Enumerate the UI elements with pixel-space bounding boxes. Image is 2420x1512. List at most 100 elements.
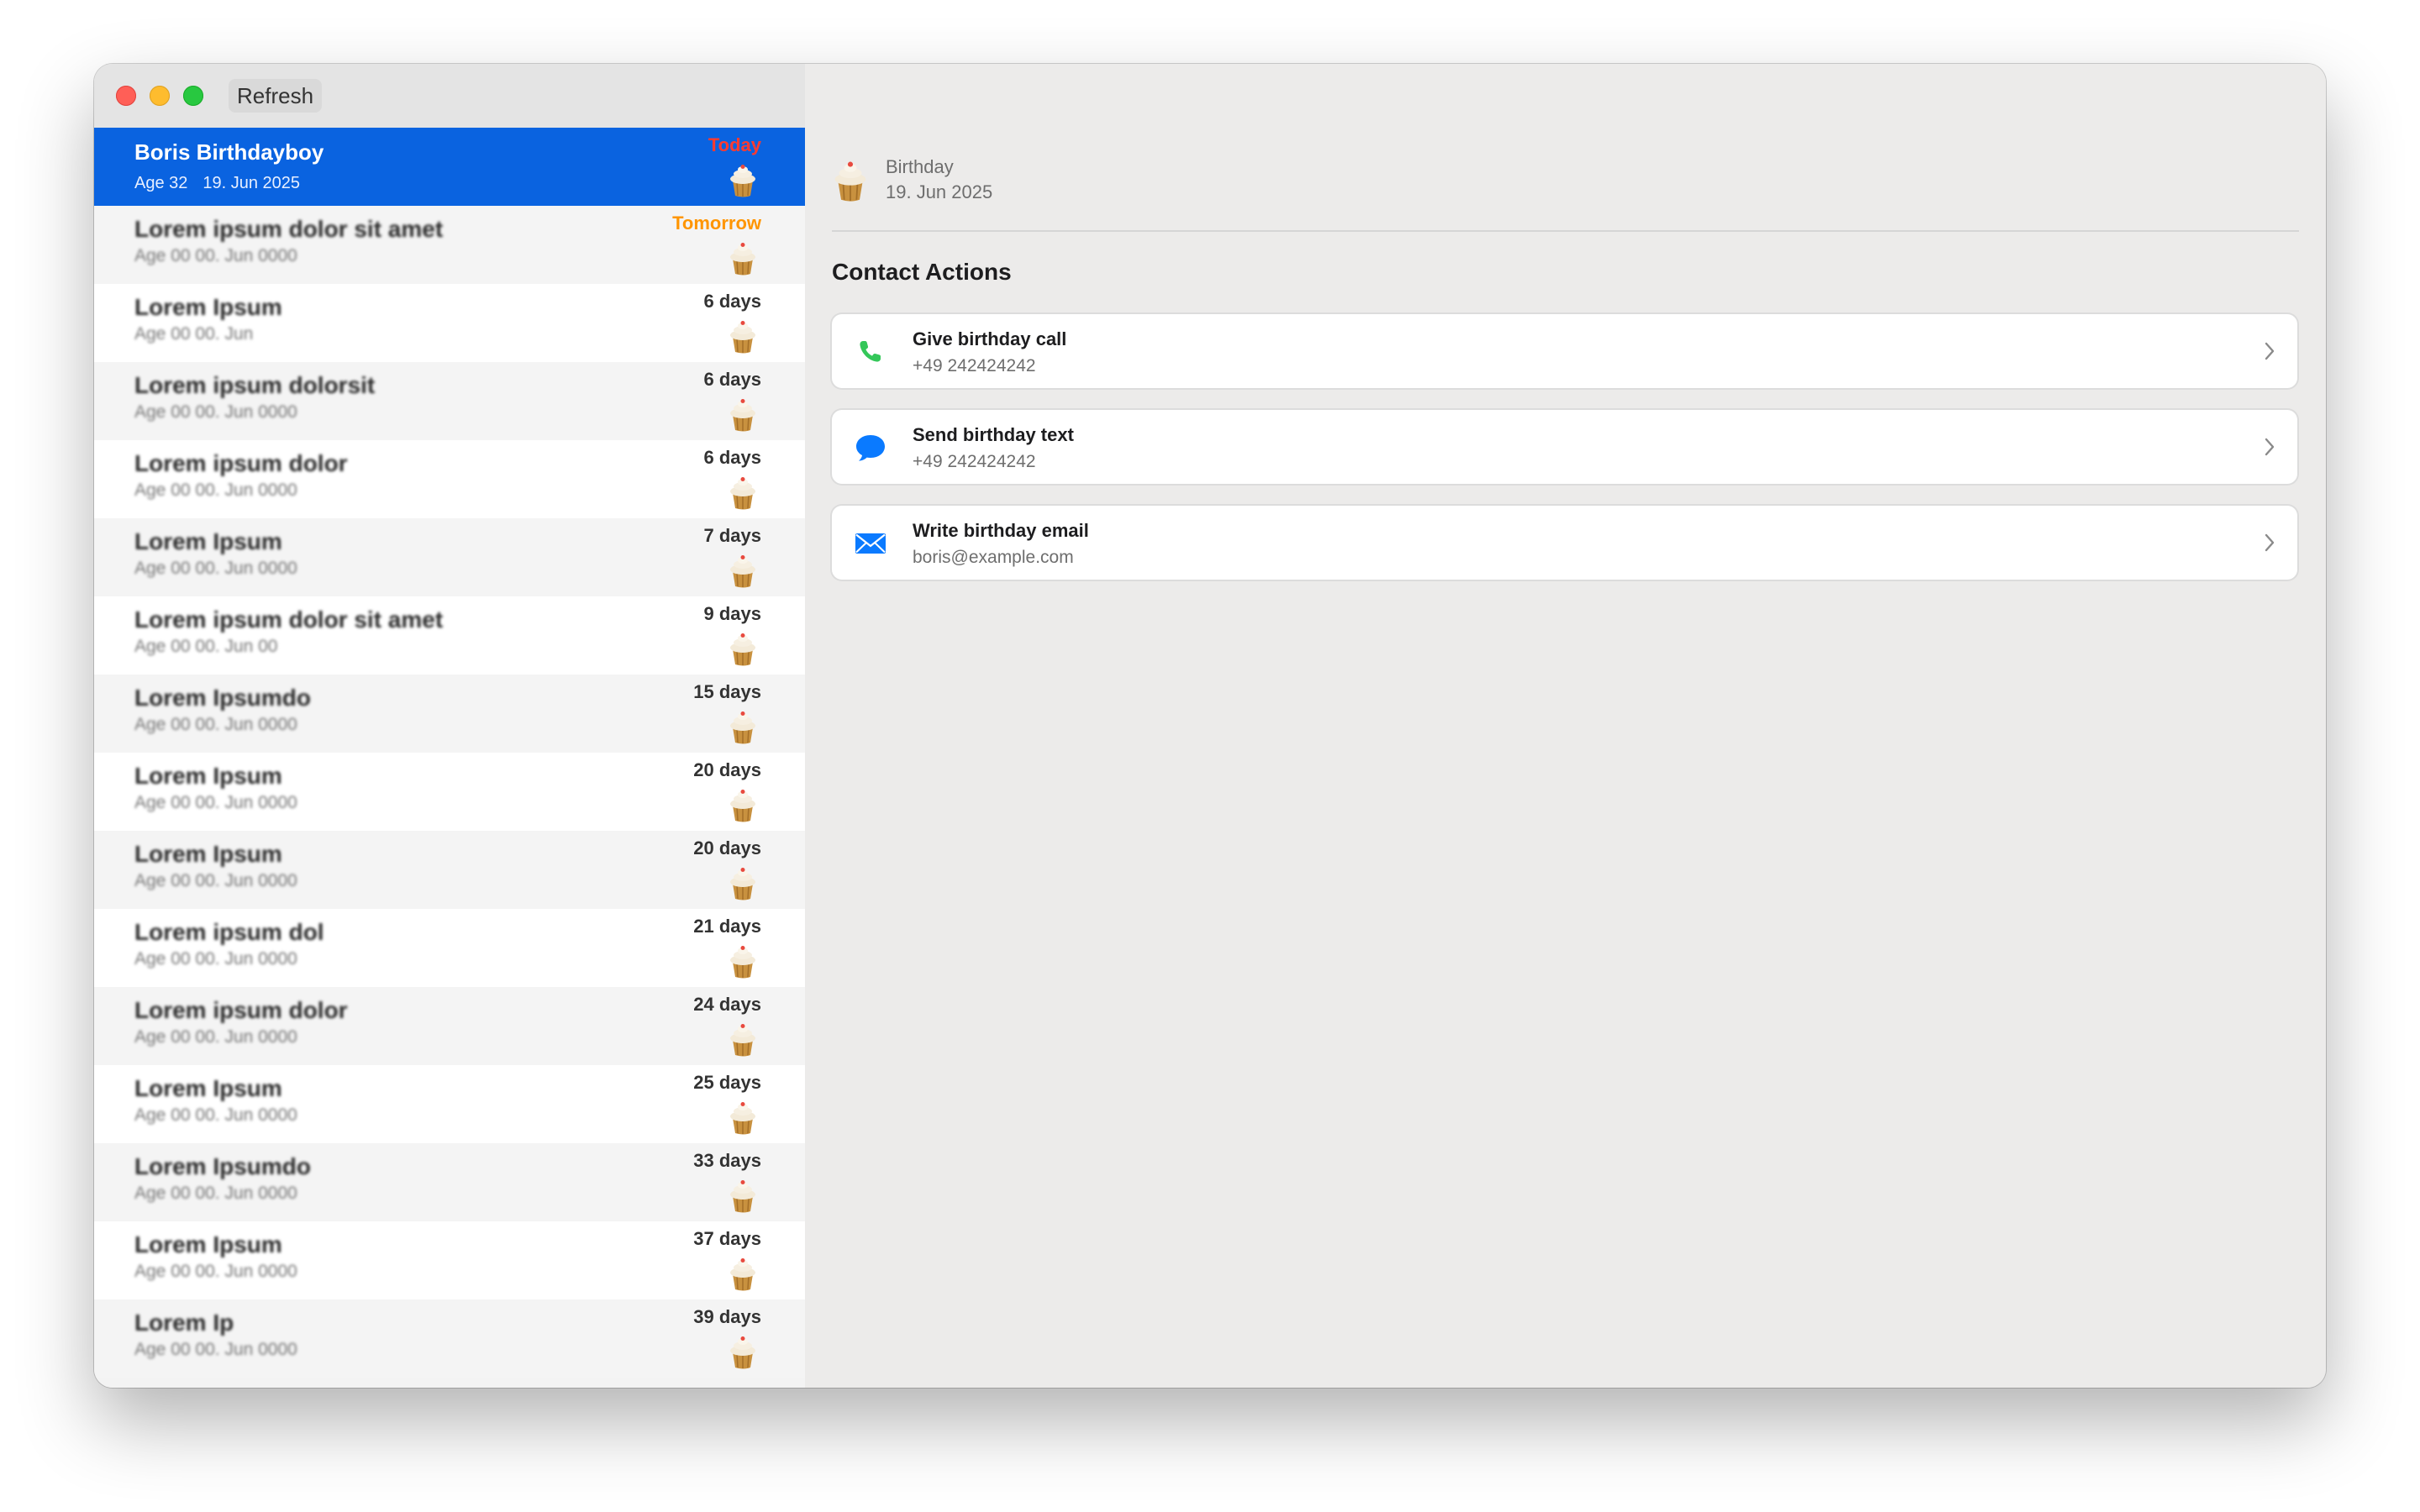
contact-subtitle-redacted: Age 00 00. Jun 0000 — [134, 246, 297, 265]
contact-name-redacted: Lorem Ipsum — [134, 841, 282, 867]
birthday-row[interactable]: Lorem ipsum dol Age 00 00. Jun 0000 21 d… — [94, 909, 805, 987]
birthday-row[interactable]: Lorem Ipsum Age 00 00. Jun 6 days — [94, 284, 805, 362]
birthday-row[interactable]: Lorem ipsum dolor sit amet Age 00 00. Ju… — [94, 206, 805, 284]
birthday-row[interactable]: Lorem ipsum dolor Age 00 00. Jun 0000 24… — [94, 987, 805, 1065]
contact-subtitle-redacted: Age 00 00. Jun 0000 — [134, 480, 297, 500]
phone-icon — [860, 341, 881, 362]
contact-subtitle-redacted: Age 00 00. Jun 0000 — [134, 1184, 297, 1203]
days-until-label: 21 days — [693, 916, 761, 937]
days-until-label: Today — [708, 134, 761, 155]
contact-subtitle: Age 32 19. Jun 2025 — [134, 174, 300, 193]
days-until-label: 20 days — [693, 759, 761, 780]
contact-subtitle-redacted: Age 00 00. Jun 0000 — [134, 1105, 297, 1125]
cupcake-icon — [730, 477, 755, 510]
contact-subtitle-redacted: Age 00 00. Jun 0000 — [134, 949, 297, 969]
cupcake-icon — [730, 946, 755, 979]
message-bubble-icon — [856, 435, 885, 461]
contact-name-redacted: Lorem Ipsum — [134, 1075, 282, 1101]
birthday-row[interactable]: Lorem ipsum dolorsit Age 00 00. Jun 0000… — [94, 362, 805, 440]
envelope-icon — [855, 533, 886, 554]
contact-name-redacted: Lorem Ipsum — [134, 1231, 282, 1257]
days-until-label: 39 days — [693, 1306, 761, 1327]
birthday-list: Boris Birthdayboy Age 32 19. Jun 2025 Tod… — [94, 128, 805, 1378]
close-window-button[interactable] — [116, 86, 136, 106]
minimize-window-button[interactable] — [150, 86, 170, 106]
cupcake-icon — [730, 633, 755, 666]
call-action-button[interactable]: Give birthday call +49 242424242 — [832, 314, 2297, 388]
birthday-row[interactable]: Lorem ipsum dolor Age 00 00. Jun 0000 6 … — [94, 440, 805, 518]
contact-name-redacted: Lorem Ip — [134, 1310, 234, 1336]
cupcake-icon — [730, 243, 755, 276]
contact-name-redacted: Lorem ipsum dolor — [134, 997, 348, 1023]
birthday-row[interactable]: Lorem Ipsum Age 00 00. Jun 0000 20 days — [94, 753, 805, 831]
birthday-row[interactable]: Lorem Ipsum Age 00 00. Jun 0000 37 days — [94, 1221, 805, 1299]
chevron-right-icon — [2265, 342, 2275, 360]
action-title: Give birthday call — [913, 328, 1067, 349]
birthday-row[interactable]: Lorem Ipsum Age 00 00. Jun 0000 20 days — [94, 831, 805, 909]
cupcake-icon — [730, 1180, 755, 1213]
action-title: Send birthday text — [913, 424, 1074, 445]
contact-subtitle-redacted: Age 00 00. Jun 0000 — [134, 1340, 297, 1359]
contact-subtitle-redacted: Age 00 00. Jun 0000 — [134, 402, 297, 422]
titlebar: Refresh — [94, 64, 805, 128]
contact-subtitle-redacted: Age 00 00. Jun 0000 — [134, 871, 297, 890]
text-action-button[interactable]: Send birthday text +49 242424242 — [832, 410, 2297, 484]
chevron-right-icon — [2265, 533, 2275, 552]
cupcake-icon — [730, 1258, 755, 1291]
cupcake-icon — [730, 555, 755, 588]
birthday-row[interactable]: Lorem Ipsum Age 00 00. Jun 0000 25 days — [94, 1065, 805, 1143]
cupcake-icon — [730, 790, 755, 822]
action-subtitle: boris@example.com — [913, 548, 1074, 567]
contact-name-redacted: Lorem ipsum dolor sit amet — [134, 216, 444, 242]
birthday-row-selected[interactable]: Boris Birthdayboy Age 32 19. Jun 2025 Tod… — [94, 128, 805, 206]
contact-subtitle-redacted: Age 00 00. Jun 0000 — [134, 559, 297, 578]
days-until-label: 33 days — [693, 1150, 761, 1171]
email-action-button[interactable]: Write birthday email boris@example.com — [832, 506, 2297, 580]
divider — [832, 230, 2299, 232]
detail-pane: Birthday 19. Jun 2025 Contact Actions Gi… — [805, 64, 2326, 1388]
contact-name-redacted: Lorem ipsum dolor — [134, 450, 348, 476]
birthday-row[interactable]: Lorem Ipsumdo Age 00 00. Jun 0000 33 day… — [94, 1143, 805, 1221]
contact-subtitle-redacted: Age 00 00. Jun — [134, 324, 254, 344]
contact-name-redacted: Lorem ipsum dolor sit amet — [134, 606, 444, 633]
contact-age: Age 32 — [134, 174, 188, 192]
contact-name-redacted: Lorem Ipsumdo — [134, 685, 312, 711]
days-until-label: 6 days — [703, 369, 762, 390]
action-subtitle: +49 242424242 — [913, 452, 1036, 471]
action-title: Write birthday email — [913, 520, 1089, 541]
days-until-label: 24 days — [693, 994, 761, 1015]
contact-birthday-date: 19. Jun 2025 — [203, 174, 301, 192]
action-subtitle: +49 242424242 — [913, 356, 1036, 375]
days-until-label: 25 days — [693, 1072, 761, 1093]
birthday-row[interactable]: Lorem ipsum dolor sit amet Age 00 00. Ju… — [94, 596, 805, 675]
birthday-row[interactable]: Lorem Ipsum Age 00 00. Jun 0000 7 days — [94, 518, 805, 596]
contact-name-redacted: Lorem Ipsum — [134, 763, 282, 789]
cupcake-icon — [730, 165, 755, 197]
days-until-label: 7 days — [703, 525, 762, 546]
cupcake-icon — [730, 1102, 755, 1135]
cupcake-icon — [730, 868, 755, 900]
cupcake-icon — [730, 1336, 755, 1369]
birthday-row[interactable]: Lorem Ip Age 00 00. Jun 0000 39 days — [94, 1299, 805, 1378]
contact-name-redacted: Lorem ipsum dol — [134, 919, 324, 945]
contact-name-redacted: Lorem Ipsumdo — [134, 1153, 312, 1179]
zoom-window-button[interactable] — [183, 86, 203, 106]
contact-name-redacted: Lorem ipsum dolorsit — [134, 372, 376, 398]
contact-subtitle-redacted: Age 00 00. Jun 0000 — [134, 1027, 297, 1047]
birthday-row[interactable]: Lorem Ipsumdo Age 00 00. Jun 0000 15 day… — [94, 675, 805, 753]
days-until-label: 6 days — [703, 291, 762, 312]
days-until-label: 20 days — [693, 837, 761, 858]
contact-subtitle-redacted: Age 00 00. Jun 0000 — [134, 793, 297, 812]
days-until-label: 37 days — [693, 1228, 761, 1249]
contact-name-redacted: Lorem Ipsum — [134, 528, 282, 554]
days-until-label: 15 days — [693, 681, 761, 702]
contact-subtitle-redacted: Age 00 00. Jun 0000 — [134, 715, 297, 734]
app-window: Refresh Boris Birthdayboy Age 32 19. Jun … — [94, 64, 2326, 1388]
birthday-label: Birthday — [886, 156, 954, 177]
section-title: Contact Actions — [832, 259, 1012, 285]
birthday-date: 19. Jun 2025 — [886, 181, 993, 202]
refresh-button[interactable]: Refresh — [229, 79, 323, 113]
chevron-right-icon — [2265, 438, 2275, 456]
cupcake-icon — [730, 399, 755, 432]
contact-subtitle-redacted: Age 00 00. Jun 00 — [134, 637, 278, 656]
